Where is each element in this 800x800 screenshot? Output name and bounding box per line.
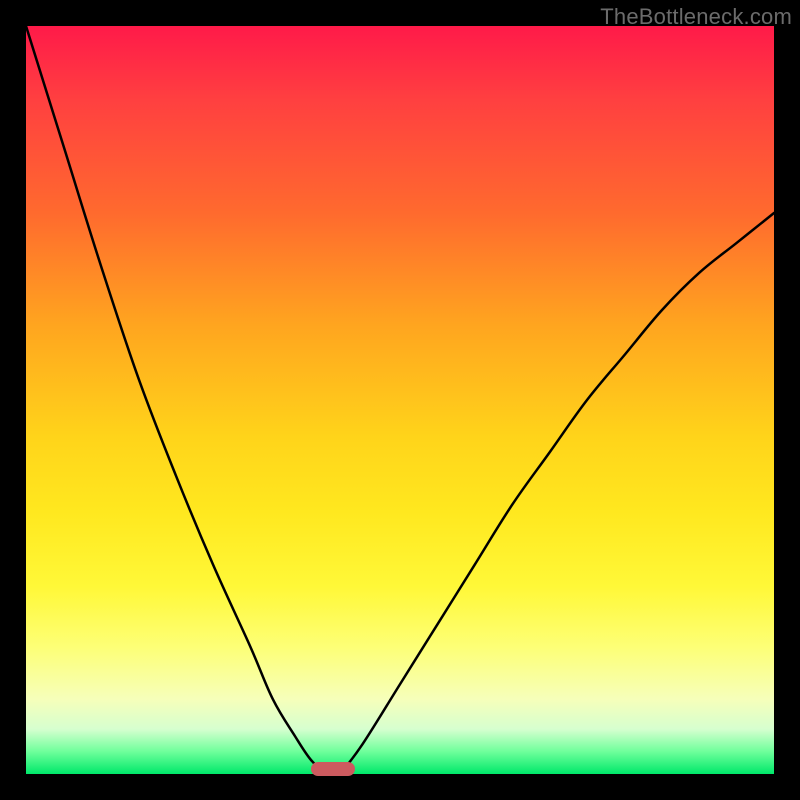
plot-area [26,26,774,774]
watermark-text: TheBottleneck.com [600,4,792,30]
bottleneck-marker [311,762,355,776]
curve-right [340,213,774,774]
curve-left [26,26,325,774]
curve-layer [26,26,774,774]
chart-frame: TheBottleneck.com [0,0,800,800]
